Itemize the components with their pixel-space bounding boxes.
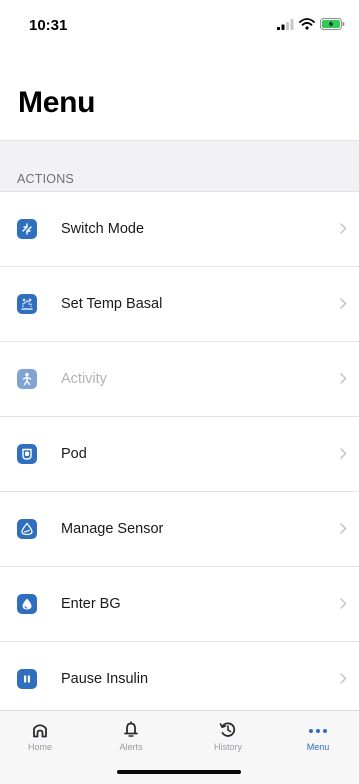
- pod-icon: [17, 444, 37, 464]
- chevron-right-icon: [340, 448, 347, 459]
- wifi-icon: [299, 18, 315, 30]
- more-dots-icon: [309, 729, 327, 733]
- menu-item-label: Activity: [61, 371, 107, 387]
- temp-basal-icon: [17, 294, 37, 314]
- menu-item-set-temp-basal[interactable]: Set Temp Basal: [0, 267, 359, 342]
- status-icons: [277, 18, 345, 30]
- menu-item-activity[interactable]: Activity: [0, 342, 359, 417]
- tab-alerts[interactable]: Alerts: [101, 711, 161, 767]
- menu-item-switch-mode[interactable]: Switch Mode: [0, 192, 359, 267]
- battery-charging-icon: [320, 18, 345, 30]
- menu-item-label: Switch Mode: [61, 221, 145, 237]
- menu-item-label: Pod: [61, 446, 87, 462]
- tab-label: Menu: [306, 742, 330, 752]
- section-header-band: ACTIONS: [0, 140, 359, 192]
- home-indicator[interactable]: [117, 770, 241, 774]
- menu-item-label: Set Temp Basal: [61, 296, 163, 312]
- blood-drop-icon: [17, 594, 37, 614]
- tab-history[interactable]: History: [198, 711, 258, 767]
- tab-label: Alerts: [119, 742, 143, 752]
- tab-home[interactable]: Home: [10, 711, 70, 767]
- menu-item-pod[interactable]: Pod: [0, 417, 359, 492]
- tab-label: Home: [27, 742, 52, 752]
- status-time: 10:31: [29, 17, 68, 34]
- chevron-right-icon: [340, 223, 347, 234]
- cellular-signal-icon: [277, 18, 294, 30]
- page-title: Menu: [18, 86, 96, 119]
- menu-item-label: Enter BG: [61, 596, 121, 612]
- chevron-right-icon: [340, 373, 347, 384]
- home-icon: [33, 724, 47, 738]
- chevron-right-icon: [340, 598, 347, 609]
- menu-item-enter-bg[interactable]: Enter BG: [0, 567, 359, 642]
- chevron-right-icon: [340, 523, 347, 534]
- menu-item-label: Manage Sensor: [61, 521, 164, 537]
- switch-arrows-icon: [17, 219, 37, 239]
- menu-item-manage-sensor[interactable]: Manage Sensor: [0, 492, 359, 567]
- section-header: ACTIONS: [17, 172, 74, 186]
- bell-icon: [124, 721, 138, 737]
- menu-item-pause-insulin[interactable]: Pause Insulin: [0, 642, 359, 717]
- sensor-icon: [17, 519, 37, 539]
- status-bar: 10:31: [0, 0, 359, 50]
- pause-icon: [17, 669, 37, 689]
- history-icon: [219, 722, 236, 737]
- menu-list: Switch Mode Set Temp Basal Activity Pod …: [0, 192, 359, 717]
- chevron-right-icon: [340, 298, 347, 309]
- chevron-right-icon: [340, 673, 347, 684]
- tab-label: History: [213, 742, 242, 752]
- menu-item-label: Pause Insulin: [61, 671, 149, 687]
- tab-menu[interactable]: Menu: [288, 711, 348, 767]
- activity-person-icon: [17, 369, 37, 389]
